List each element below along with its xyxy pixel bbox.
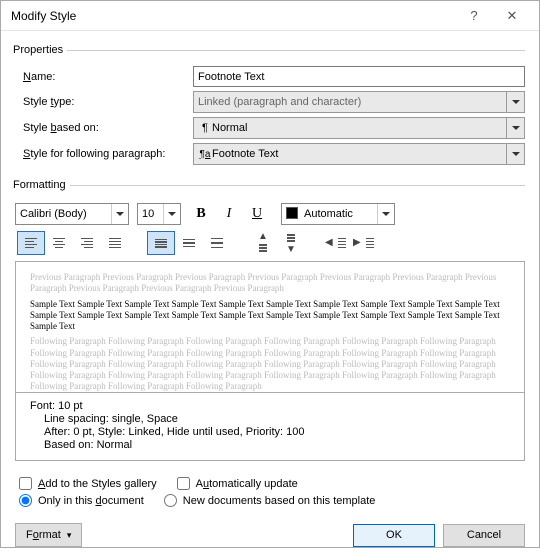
underline-button[interactable]: U	[245, 203, 269, 225]
modify-style-dialog: Modify Style ? ✕ Properties Name: Style …	[0, 0, 540, 548]
space-before-increase-button[interactable]: ▲	[249, 231, 277, 255]
style-type-select[interactable]: Linked (paragraph and character)	[193, 91, 525, 113]
preview-sample-text: Sample Text Sample Text Sample Text Samp…	[30, 299, 510, 333]
align-left-button[interactable]	[17, 231, 45, 255]
based-on-label: Style based on:	[15, 122, 193, 134]
formatting-group: Formatting Calibri (Body) 10 B I U Autom…	[15, 179, 525, 461]
help-button[interactable]: ?	[455, 1, 493, 31]
line-spacing-single-button[interactable]	[147, 231, 175, 255]
font-size-combo[interactable]: 10	[137, 203, 181, 225]
line-spacing-15-button[interactable]	[175, 231, 203, 255]
increase-indent-button[interactable]: ▶	[351, 231, 379, 255]
preview-following-text: Following Paragraph Following Paragraph …	[30, 336, 510, 392]
following-para-label: style for following paragraph:	[15, 148, 193, 160]
line-spacing-double-button[interactable]	[203, 231, 231, 255]
align-right-button[interactable]	[73, 231, 101, 255]
font-color-swatch-icon	[286, 207, 298, 219]
style-type-label: Style type:	[15, 96, 193, 108]
dropdown-arrow-icon	[506, 118, 524, 138]
preview-previous-text: Previous Paragraph Previous Paragraph Pr…	[30, 272, 510, 295]
name-input[interactable]	[193, 66, 525, 87]
dropdown-arrow-icon	[377, 204, 394, 224]
titlebar: Modify Style ? ✕	[1, 1, 539, 31]
based-on-select[interactable]: ¶ Normal	[193, 117, 525, 139]
dropdown-arrow-icon	[163, 204, 180, 224]
paragraph-mark-icon: ¶	[198, 122, 212, 134]
add-to-gallery-checkbox[interactable]: Add to the Styles gallery	[19, 477, 157, 490]
format-menu-button[interactable]: Format▾	[15, 523, 82, 547]
new-documents-radio[interactable]: New documents based on this template	[164, 494, 376, 507]
decrease-indent-button[interactable]: ◀	[323, 231, 351, 255]
align-justify-button[interactable]	[101, 231, 129, 255]
name-label: Name:	[15, 71, 193, 83]
linked-mark-icon: ¶a	[198, 149, 212, 160]
dropdown-arrow-icon	[111, 204, 128, 224]
caret-down-icon: ▾	[67, 530, 72, 541]
style-description: Font: 10 pt Line spacing: single, Space …	[15, 393, 525, 461]
close-button[interactable]: ✕	[493, 1, 531, 31]
only-in-document-radio[interactable]: Only in this document	[19, 494, 144, 507]
properties-group: Properties Name: Style type: Linked (par…	[15, 44, 525, 169]
following-para-select[interactable]: ¶a Footnote Text	[193, 143, 525, 165]
space-before-decrease-button[interactable]: ▼	[277, 231, 305, 255]
style-preview-pane: Previous Paragraph Previous Paragraph Pr…	[15, 261, 525, 393]
properties-legend: Properties	[13, 44, 67, 56]
ok-button[interactable]: OK	[353, 524, 435, 547]
formatting-legend: Formatting	[13, 179, 70, 191]
dropdown-arrow-icon	[506, 92, 524, 112]
window-title: Modify Style	[11, 9, 455, 23]
font-color-combo[interactable]: Automatic	[281, 203, 395, 225]
align-center-button[interactable]	[45, 231, 73, 255]
font-family-combo[interactable]: Calibri (Body)	[15, 203, 129, 225]
cancel-button[interactable]: Cancel	[443, 524, 525, 547]
dropdown-arrow-icon	[506, 144, 524, 164]
auto-update-checkbox[interactable]: Automatically update	[177, 477, 298, 490]
italic-button[interactable]: I	[217, 203, 241, 225]
bold-button[interactable]: B	[189, 203, 213, 225]
